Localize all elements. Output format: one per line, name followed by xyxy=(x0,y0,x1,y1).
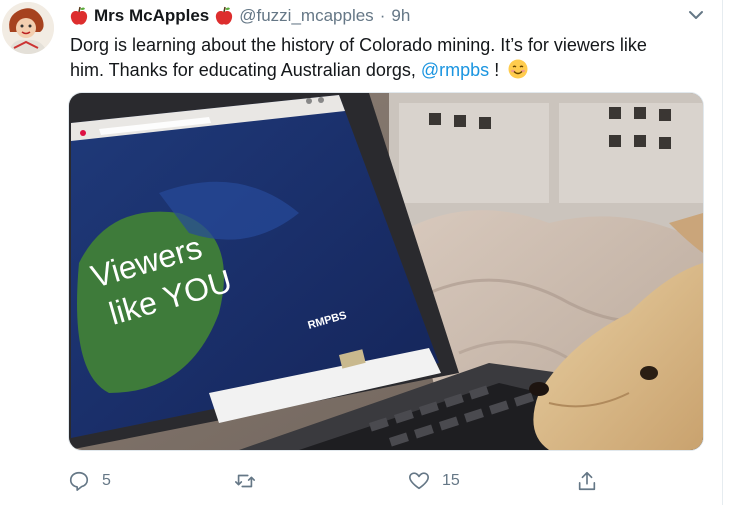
tweet-text-line: him. Thanks for educating Australian dor… xyxy=(70,60,416,80)
tweet-actions: 5 15 xyxy=(68,470,708,494)
share-button[interactable] xyxy=(576,470,598,492)
tweet-text-line: Dorg is learning about the history of Co… xyxy=(70,35,647,55)
user-handle[interactable]: @fuzzi_mcapples xyxy=(239,6,373,26)
reply-icon xyxy=(69,471,89,491)
reply-count: 5 xyxy=(102,472,111,489)
heart-icon xyxy=(409,472,429,490)
mention-link[interactable]: @rmpbs xyxy=(421,60,489,80)
like-count: 15 xyxy=(442,472,460,489)
chevron-down-icon[interactable] xyxy=(687,8,705,22)
timeline-divider xyxy=(722,0,723,505)
like-button[interactable]: 15 xyxy=(408,470,460,492)
retweet-button[interactable] xyxy=(234,470,268,492)
red-apple-icon xyxy=(70,6,88,25)
tweet-header: Mrs McApples @fuzzi_mcapples · 9h xyxy=(70,5,410,27)
display-name[interactable]: Mrs McApples xyxy=(94,6,209,26)
red-apple-icon xyxy=(216,6,233,25)
tweet-text-suffix: ! xyxy=(494,60,500,80)
tweet-text: Dorg is learning about the history of Co… xyxy=(70,33,710,83)
retweet-icon xyxy=(235,474,255,488)
separator-dot: · xyxy=(379,6,386,25)
share-icon xyxy=(578,471,596,491)
timestamp[interactable]: 9h xyxy=(391,6,410,26)
tweet-photo[interactable]: Viewers like YOU RMPBS xyxy=(68,92,704,451)
avatar[interactable] xyxy=(2,2,54,54)
smiling-face-emoji-icon xyxy=(508,59,528,79)
reply-button[interactable]: 5 xyxy=(68,470,111,492)
